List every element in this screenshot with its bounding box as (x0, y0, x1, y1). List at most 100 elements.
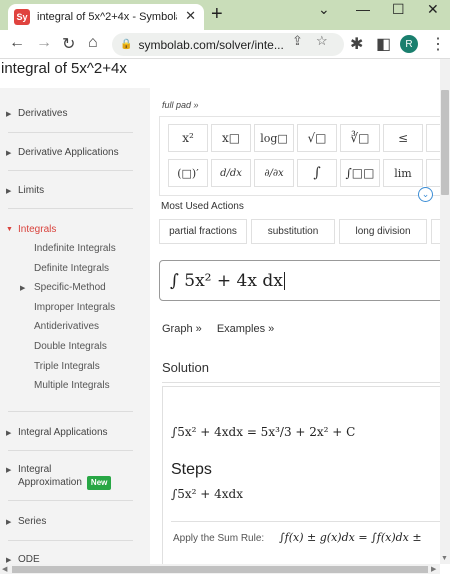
new-tab-icon[interactable]: + (211, 3, 223, 26)
caret-right-icon: ▶ (6, 518, 12, 526)
new-badge: New (86, 476, 112, 490)
sidebar-item-integral-applications[interactable]: ▶ Integral Applications (6, 427, 108, 438)
math-keypad: x² x□ log□ √□ ∛□ ≤ (□)′ d/dx ∂/∂x ∫ ∫□□ … (159, 116, 440, 196)
key-more[interactable] (426, 124, 440, 152)
full-pad-link[interactable]: full pad » (162, 100, 199, 110)
sidebar-item-derivative-applications[interactable]: ▶ Derivative Applications (6, 147, 119, 158)
sidebar-item-series[interactable]: ▶ Series (6, 516, 46, 527)
sidebar-item-label: Integrals (18, 224, 57, 235)
key-log[interactable]: log□ (254, 124, 294, 152)
sidebar-item-limits[interactable]: ▶ Limits (6, 185, 44, 196)
math-input-field[interactable]: ∫ 5x² + 4x dx (159, 260, 440, 301)
share-icon[interactable]: ⇪ (292, 33, 303, 49)
address-bar[interactable]: 🔒 symbolab.com/solver/inte... (112, 33, 344, 56)
minimize-icon[interactable]: — (356, 1, 370, 17)
graph-link[interactable]: Graph » (162, 323, 202, 335)
key-definite-integral[interactable]: ∫□□ (340, 159, 380, 187)
links-row: Graph » Examples » (162, 323, 286, 335)
sidebar-subitem-definite-integrals[interactable]: Definite Integrals (34, 263, 109, 274)
symbolab-favicon-icon: Sy (14, 9, 30, 25)
sidebar-subitem-label: Specific-Method (34, 282, 106, 293)
page-title: integral of 5x^2+4x (1, 60, 127, 77)
scroll-right-arrow-icon[interactable]: ▶ (431, 565, 436, 573)
url-text: symbolab.com/solver/inte... (138, 37, 284, 52)
more-actions-button[interactable] (431, 219, 440, 244)
sidebar-subitem-antiderivatives[interactable]: Antiderivatives (34, 321, 99, 332)
tab-strip: Sy integral of 5x^2+4x - Symbolab ✕ + ⌄ … (0, 0, 450, 30)
forward-icon[interactable]: → (36, 34, 52, 52)
divider (171, 521, 440, 522)
caret-down-icon: ▼ (6, 226, 13, 233)
bookmark-star-icon[interactable]: ☆ (316, 33, 328, 49)
divider (8, 208, 133, 209)
sidebar-subitem-triple-integrals[interactable]: Triple Integrals (34, 361, 100, 372)
partial-fractions-button[interactable]: partial fractions (159, 219, 247, 244)
sidebar-item-label: Limits (18, 185, 45, 196)
most-used-actions-label: Most Used Actions (161, 201, 244, 212)
sidebar-item-label: Derivatives (18, 108, 68, 119)
home-icon[interactable]: ⌂ (88, 34, 98, 52)
key-sqrt[interactable]: √□ (297, 124, 337, 152)
key-nth-root[interactable]: ∛□ (340, 124, 380, 152)
extensions-icon[interactable]: ✱ (350, 34, 363, 54)
caret-right-icon: ▶ (6, 467, 12, 474)
browser-toolbar: ← → ↻ ⌂ 🔒 symbolab.com/solver/inte... ⇪ … (0, 30, 450, 59)
expand-keypad-chevron-icon[interactable]: ⌄ (418, 187, 433, 202)
divider (8, 540, 133, 541)
rule-label: Apply the Sum Rule: (173, 533, 265, 544)
key-square[interactable]: x² (168, 124, 208, 152)
side-panel-icon[interactable]: ◧ (376, 34, 391, 54)
sidebar-item-label: Series (18, 516, 47, 527)
scroll-left-arrow-icon[interactable]: ◀ (2, 565, 7, 573)
tab-close-icon[interactable]: ✕ (185, 8, 196, 24)
sidebar-item-integrals[interactable]: ▼ Integrals (6, 224, 56, 235)
steps-expression: ∫5x² + 4xdx (171, 487, 243, 501)
lock-icon: 🔒 (120, 39, 133, 50)
divider (8, 170, 133, 171)
caret-right-icon: ▶ (6, 429, 12, 437)
browser-tab[interactable]: Sy integral of 5x^2+4x - Symbolab ✕ (8, 4, 204, 30)
solution-header: Solution (162, 360, 209, 375)
key-partial-derivative[interactable]: ∂/∂x (254, 159, 294, 187)
tab-search-chevron-icon[interactable]: ⌄ (318, 1, 330, 18)
key-limit[interactable]: lim (383, 159, 423, 187)
sidebar-subitem-indefinite-integrals[interactable]: Indefinite Integrals (34, 243, 116, 254)
sidebar-item-label: Integral Applications (18, 427, 108, 438)
math-expression: ∫ 5x² + 4x dx (170, 270, 283, 291)
tab-title: integral of 5x^2+4x - Symbolab (37, 11, 177, 23)
sidebar-subitem-double-integrals[interactable]: Double Integrals (34, 341, 107, 352)
caret-right-icon: ▶ (6, 556, 12, 564)
profile-avatar[interactable]: R (400, 35, 418, 53)
sidebar-item-label-line2: Approximation (18, 477, 82, 488)
sidebar-item-derivatives[interactable]: ▶ Derivatives (6, 108, 67, 119)
sidebar-subitem-specific-method[interactable]: ▶ Specific-Method (20, 282, 106, 293)
caret-right-icon: ▶ (6, 149, 12, 157)
sidebar-subitem-multiple-integrals[interactable]: Multiple Integrals (34, 380, 110, 391)
key-prime[interactable]: (□)′ (168, 159, 208, 187)
examples-link[interactable]: Examples » (217, 323, 274, 335)
sidebar-item-integral-approximation[interactable]: ▶ Integral Approximation New (6, 464, 112, 490)
reload-icon[interactable]: ↻ (62, 34, 75, 54)
substitution-button[interactable]: substitution (251, 219, 335, 244)
key-power[interactable]: x□ (211, 124, 251, 152)
menu-kebab-icon[interactable]: ⋮ (430, 34, 446, 54)
horizontal-scroll-thumb[interactable] (12, 566, 428, 573)
sum-rule-step[interactable]: Apply the Sum Rule: ∫f(x) ± g(x)dx = ∫f(… (173, 531, 422, 544)
close-window-icon[interactable]: ✕ (427, 1, 439, 18)
sidebar-item-ode[interactable]: ▶ ODE (6, 554, 40, 564)
divider (8, 450, 133, 451)
key-derivative[interactable]: d/dx (211, 159, 251, 187)
long-division-button[interactable]: long division (339, 219, 427, 244)
caret-right-icon: ▶ (6, 110, 12, 118)
main-content: full pad » x² x□ log□ √□ ∛□ ≤ (□)′ d/dx … (150, 88, 440, 564)
key-less-equal[interactable]: ≤ (383, 124, 423, 152)
maximize-icon[interactable]: ☐ (392, 1, 405, 18)
sidebar-item-label: ODE (18, 554, 40, 564)
back-icon[interactable]: ← (9, 34, 25, 52)
key-integral[interactable]: ∫ (297, 159, 337, 187)
vertical-scroll-thumb[interactable] (441, 90, 449, 195)
sidebar-subitem-improper-integrals[interactable]: Improper Integrals (34, 302, 115, 313)
key-more-2[interactable] (426, 159, 440, 187)
scroll-down-arrow-icon[interactable]: ▼ (441, 555, 448, 562)
text-cursor (283, 271, 285, 290)
